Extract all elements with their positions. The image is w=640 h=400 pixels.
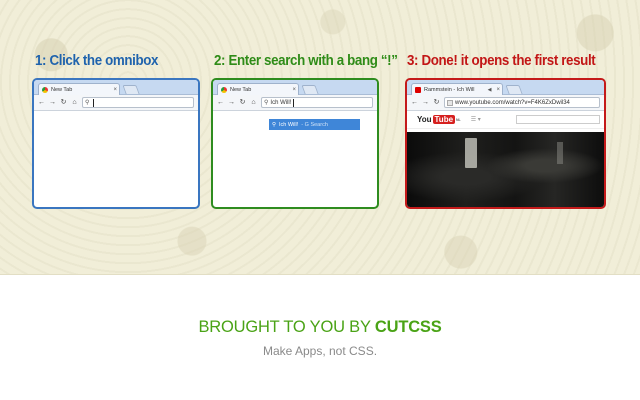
new-tab-button <box>122 85 140 94</box>
suggestion-text: Ich Will! <box>279 121 299 128</box>
video-player <box>407 132 604 207</box>
search-icon: ⚲ <box>272 121 277 128</box>
back-arrow-icon: ← <box>217 99 224 106</box>
tab-label: New Tab <box>230 86 252 93</box>
step-2-title: 2: Enter search with a bang “!” <box>214 53 398 69</box>
browser-tab: New Tab × <box>38 83 120 95</box>
youtube-search-field <box>516 115 600 124</box>
menu-icon: ☰ ▾ <box>470 117 481 123</box>
close-icon: × <box>113 86 117 93</box>
suggestion-source: - G Search <box>301 121 328 128</box>
page-icon <box>447 99 453 106</box>
footer-prefix: BROUGHT TO YOU BY <box>198 318 375 336</box>
close-icon: × <box>292 86 296 93</box>
back-arrow-icon: ← <box>411 99 418 106</box>
video-frame-highlight <box>465 138 477 168</box>
search-icon: ⚲ <box>264 100 269 106</box>
home-icon: ⌂ <box>72 99 77 106</box>
forward-arrow-icon: → <box>422 99 429 106</box>
tab-strip: Rammstein - Ich Will ◀ × <box>407 80 604 95</box>
close-icon: × <box>496 86 500 93</box>
browser-tab: Rammstein - Ich Will ◀ × <box>411 83 503 95</box>
search-icon: ⚲ <box>85 100 90 106</box>
reload-icon: ↻ <box>239 99 246 106</box>
logo-tube: Tube <box>432 115 456 124</box>
home-icon: ⌂ <box>251 99 256 106</box>
omnibox: www.youtube.com/watch?v=F4K6ZxDwil34 <box>444 97 600 108</box>
omnibox: ⚲ <box>82 97 194 108</box>
omnibox: ⚲ Ich Will! <box>261 97 373 108</box>
step-3-title: 3: Done! it opens the first result <box>407 53 596 69</box>
step-1-title: 1: Click the omnibox <box>35 53 159 69</box>
back-arrow-icon: ← <box>38 99 45 106</box>
tab-strip: New Tab × <box>213 80 377 95</box>
step-1-browser-screenshot: New Tab × ← → ↻ ⌂ ⚲ <box>32 78 200 209</box>
reload-icon: ↻ <box>60 99 67 106</box>
footer-credit: BROUGHT TO YOU BY CUTCSS <box>0 318 640 337</box>
brand-name: CUTCSS <box>374 318 442 336</box>
browser-toolbar: ← → ↻ ⌂ ⚲ Ich Will! <box>213 95 377 111</box>
logo-you: You <box>417 115 432 124</box>
forward-arrow-icon: → <box>49 99 56 106</box>
tab-label: New Tab <box>51 86 73 93</box>
tab-label: Rammstein - Ich Will <box>424 86 475 93</box>
step-2-browser-screenshot: New Tab × ← → ↻ ⌂ ⚲ Ich Will! ⚲ Ich Will… <box>211 78 379 209</box>
reload-icon: ↻ <box>433 99 440 106</box>
browser-tab: New Tab × <box>217 83 299 95</box>
forward-arrow-icon: → <box>228 99 235 106</box>
new-tab-button <box>505 85 523 94</box>
audio-icon: ◀ <box>487 86 492 93</box>
chrome-favicon <box>221 86 227 93</box>
omnibox-text: Ich Will! <box>270 99 292 106</box>
hero-banner: 1: Click the omnibox 2: Enter search wit… <box>0 0 640 275</box>
browser-toolbar: ← → ↻ www.youtube.com/watch?v=F4K6ZxDwil… <box>407 95 604 111</box>
chrome-favicon <box>42 86 48 93</box>
footer-tagline: Make Apps, not CSS. <box>262 344 378 358</box>
youtube-header: You Tube NL ☰ ▾ <box>407 111 604 129</box>
text-caret <box>93 98 95 107</box>
step-3-browser-screenshot: Rammstein - Ich Will ◀ × ← → ↻ www.youtu… <box>405 78 606 209</box>
tab-strip: New Tab × <box>34 80 198 95</box>
video-frame-highlight <box>557 142 563 164</box>
new-tab-button <box>301 85 319 94</box>
browser-toolbar: ← → ↻ ⌂ ⚲ <box>34 95 198 111</box>
logo-region: NL <box>456 117 461 122</box>
omnibox-text: www.youtube.com/watch?v=F4K6ZxDwil34 <box>455 99 570 106</box>
omnibox-suggestion: ⚲ Ich Will! - G Search <box>269 119 360 130</box>
youtube-logo: You Tube NL <box>417 115 461 124</box>
text-caret <box>293 98 295 107</box>
youtube-favicon <box>415 86 421 93</box>
